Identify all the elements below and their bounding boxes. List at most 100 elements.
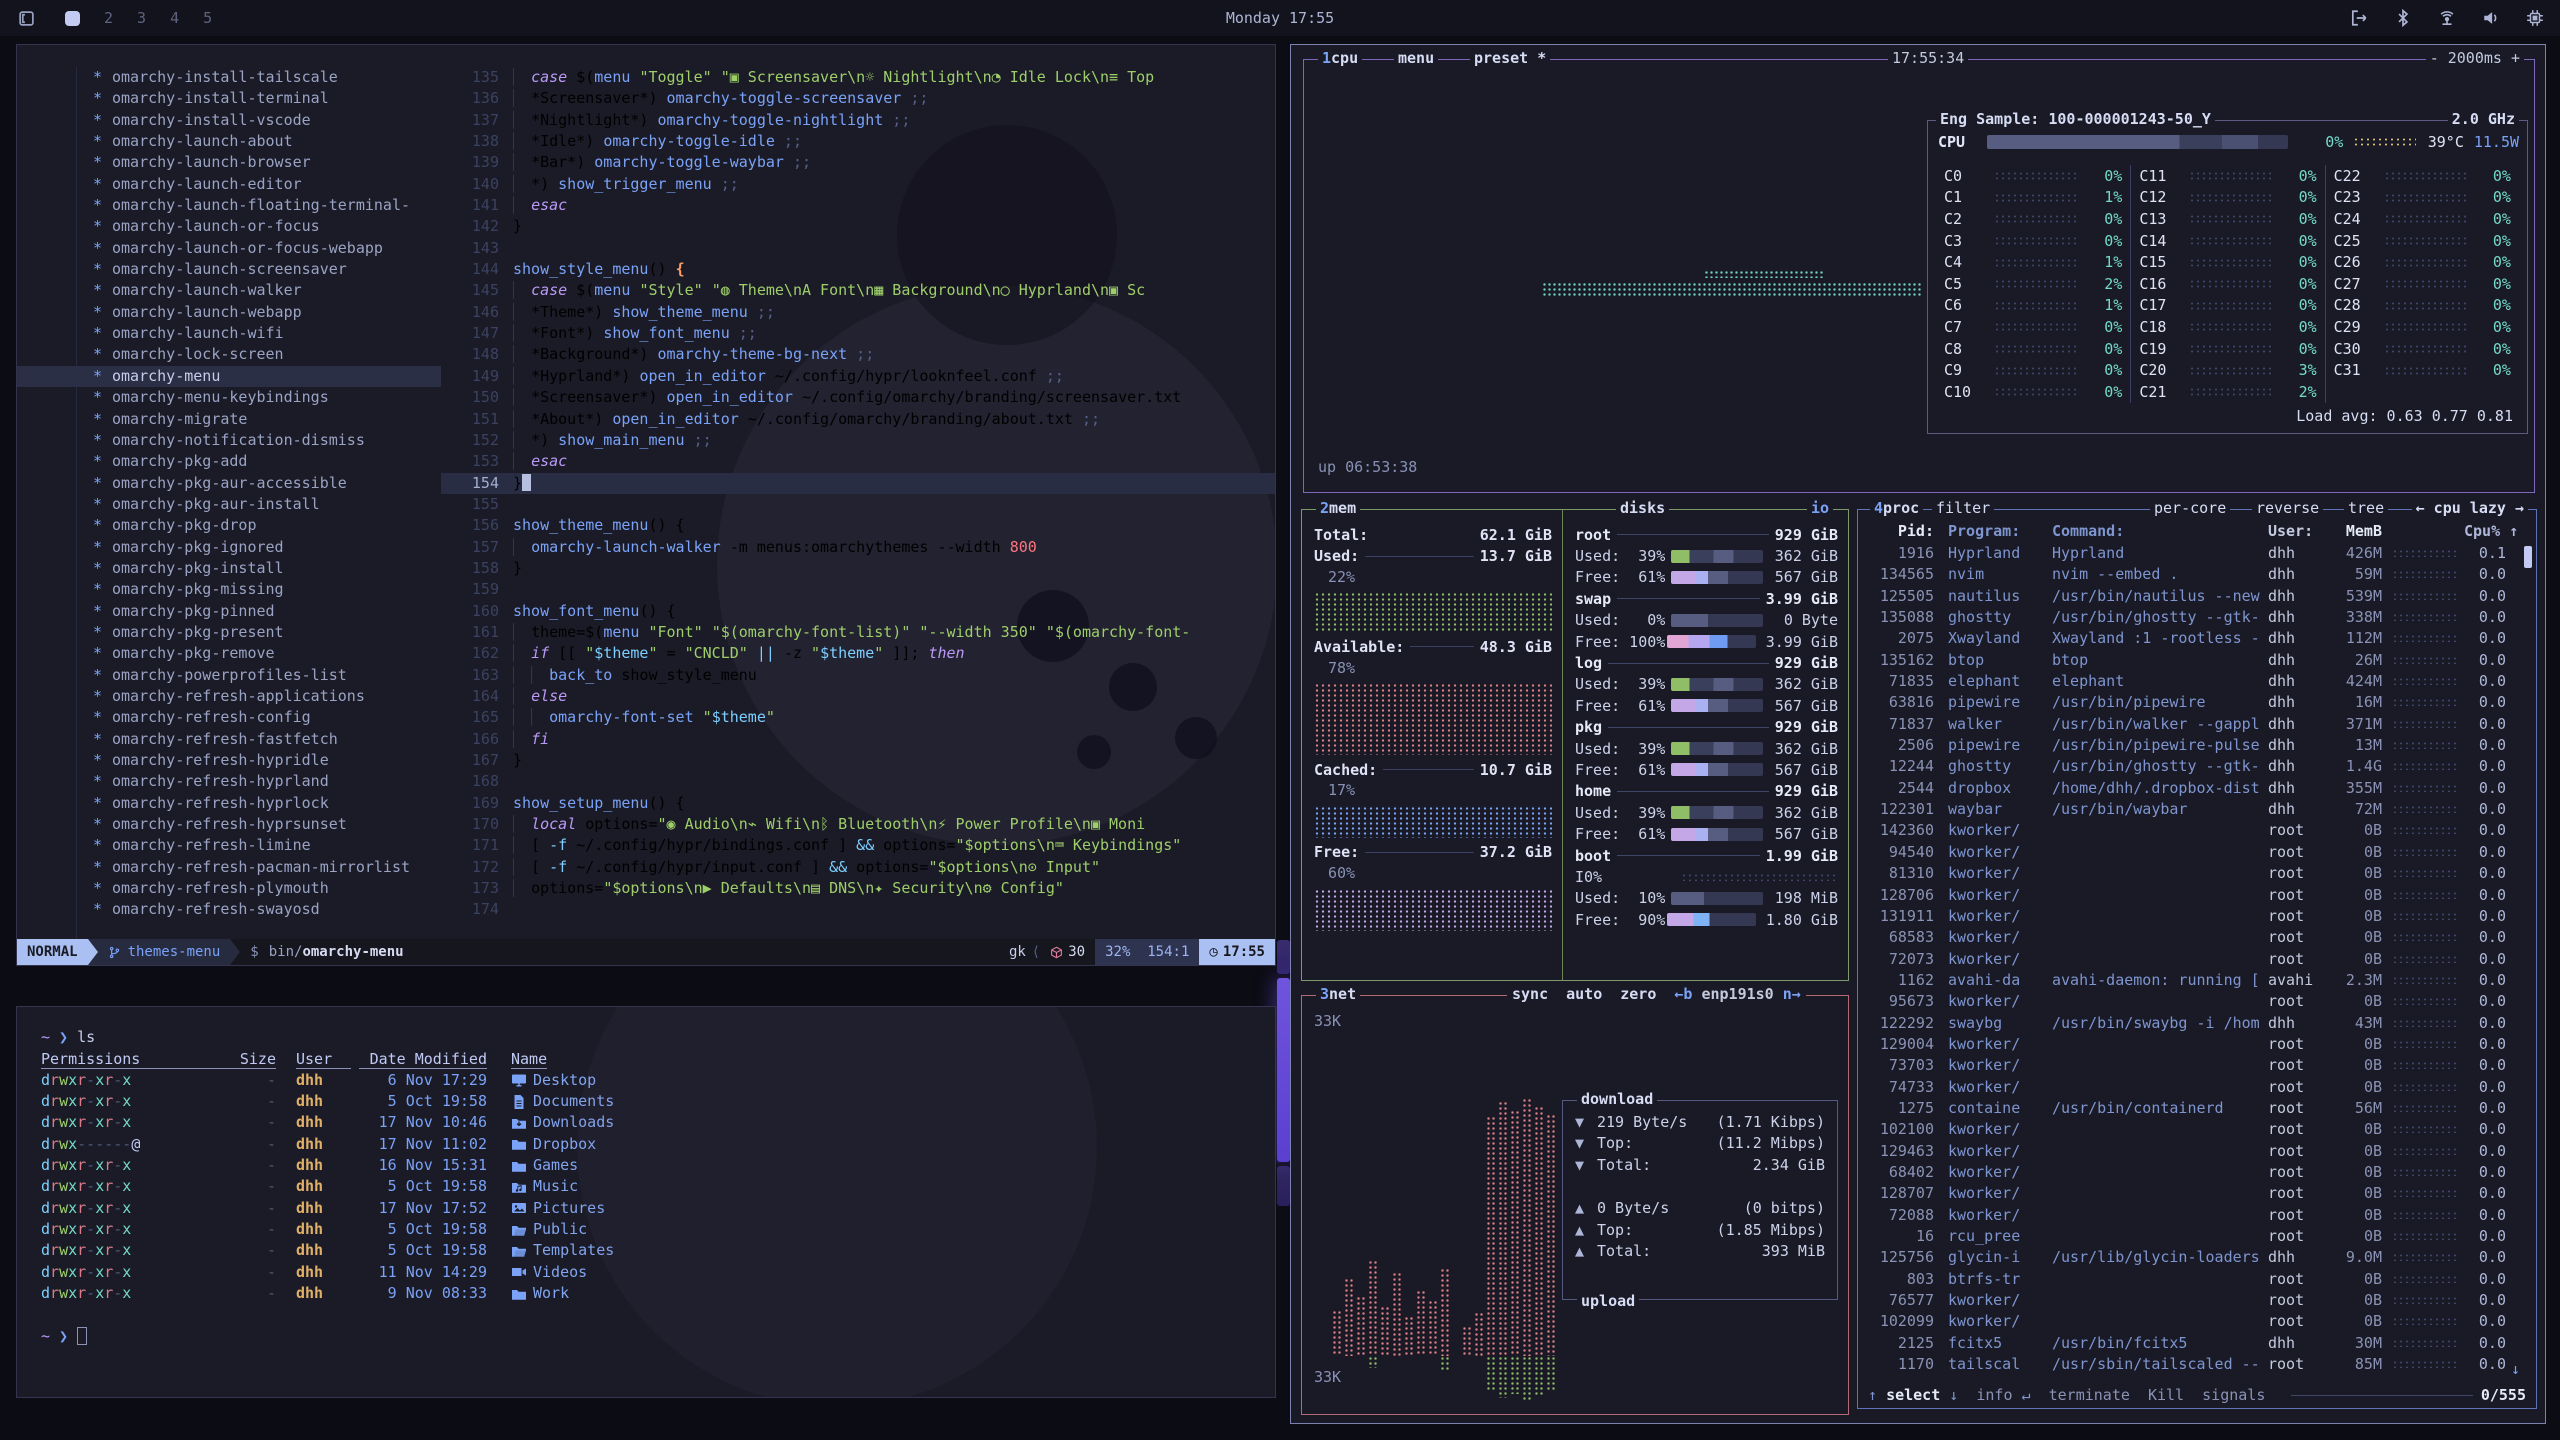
process-row[interactable]: 142360kworker/root0B0.0 [1858, 820, 2536, 841]
file-item[interactable]: *omarchy-launch-walker [17, 280, 441, 301]
file-item[interactable]: *omarchy-refresh-hyprlock [17, 793, 441, 814]
file-item[interactable]: *omarchy-lock-screen [17, 344, 441, 365]
file-item[interactable]: *omarchy-pkg-pinned [17, 601, 441, 622]
file-item[interactable]: *omarchy-notification-dismiss [17, 430, 441, 451]
file-item[interactable]: *omarchy-refresh-plymouth [17, 878, 441, 899]
proc-scrollbar[interactable] [2524, 546, 2532, 1368]
file-name[interactable]: Work [511, 1283, 569, 1304]
file-item[interactable]: *omarchy-pkg-remove [17, 643, 441, 664]
file-item[interactable]: *omarchy-refresh-limine [17, 835, 441, 856]
file-item[interactable]: *omarchy-refresh-fastfetch [17, 729, 441, 750]
file-item[interactable]: *omarchy-launch-or-focus [17, 216, 441, 237]
logout-icon[interactable] [2350, 9, 2368, 27]
file-name[interactable]: Music [511, 1176, 578, 1197]
file-item[interactable]: *omarchy-refresh-swayosd [17, 899, 441, 920]
file-explorer-pane[interactable]: *omarchy-install-tailscale*omarchy-insta… [17, 45, 441, 939]
process-row[interactable]: 134565nvimnvim --embed .dhh59M0.0 [1858, 564, 2536, 585]
file-item[interactable]: *omarchy-powerprofiles-list [17, 665, 441, 686]
reverse-tab[interactable]: reverse [2252, 499, 2323, 517]
tree-tab[interactable]: tree [2344, 499, 2388, 517]
file-item[interactable]: *omarchy-launch-wifi [17, 323, 441, 344]
process-row[interactable]: 128706kworker/root0B0.0 [1858, 885, 2536, 906]
process-row[interactable]: 73703kworker/root0B0.0 [1858, 1055, 2536, 1076]
process-row[interactable]: 81310kworker/root0B0.0 [1858, 863, 2536, 884]
code-editor-pane[interactable]: 135▏ case $(menu "Toggle" "▣ Screensaver… [441, 45, 1275, 939]
interface-selector[interactable]: ←b enp191s0 n→ [1674, 985, 1800, 1003]
file-item[interactable]: *omarchy-launch-or-focus-webapp [17, 238, 441, 259]
process-row[interactable]: 102099kworker/root0B0.0 [1858, 1311, 2536, 1332]
file-item[interactable]: *omarchy-refresh-applications [17, 686, 441, 707]
filter-tab[interactable]: filter [1932, 499, 1994, 517]
text-cursor[interactable] [522, 474, 531, 491]
process-row[interactable]: 76577kworker/root0B0.0 [1858, 1290, 2536, 1311]
file-item[interactable]: *omarchy-install-tailscale [17, 67, 441, 88]
file-item[interactable]: *omarchy-pkg-aur-accessible [17, 473, 441, 494]
network-broadcast-icon[interactable] [2438, 9, 2456, 27]
file-item[interactable]: *omarchy-migrate [17, 409, 441, 430]
process-row[interactable]: 95673kworker/root0B0.0 [1858, 991, 2536, 1012]
process-row[interactable]: 12244ghostty/usr/bin/ghostty --gtk-dhh1.… [1858, 756, 2536, 777]
file-name[interactable]: Desktop [511, 1070, 596, 1091]
process-row[interactable]: 131911kworker/root0B0.0 [1858, 906, 2536, 927]
file-item[interactable]: *omarchy-launch-webapp [17, 302, 441, 323]
menu-tab[interactable]: menu [1394, 49, 1438, 67]
process-row[interactable]: 68583kworker/root0B0.0 [1858, 927, 2536, 948]
process-row[interactable]: 2125fcitx5/usr/bin/fcitx5dhh30M0.0 [1858, 1333, 2536, 1354]
process-row[interactable]: 72088kworker/root0B0.0 [1858, 1205, 2536, 1226]
file-item[interactable]: *omarchy-refresh-hypridle [17, 750, 441, 771]
process-row[interactable]: 122301waybar/usr/bin/waybardhh72M0.0 [1858, 799, 2536, 820]
file-item[interactable]: *omarchy-pkg-drop [17, 515, 441, 536]
process-row[interactable]: 16rcu_preeroot0B0.0 [1858, 1226, 2536, 1247]
process-row[interactable]: 129463kworker/root0B0.0 [1858, 1141, 2536, 1162]
cpu-chip-icon[interactable] [2526, 9, 2544, 27]
file-item[interactable]: *omarchy-launch-screensaver [17, 259, 441, 280]
per-core-tab[interactable]: per-core [2150, 499, 2230, 517]
file-item[interactable]: *omarchy-launch-editor [17, 174, 441, 195]
file-item[interactable]: *omarchy-install-terminal [17, 88, 441, 109]
file-item[interactable]: *omarchy-refresh-hyprland [17, 771, 441, 792]
process-row[interactable]: 1275containe/usr/bin/containerdroot56M0.… [1858, 1098, 2536, 1119]
scrollbar-thumb[interactable] [2524, 546, 2532, 568]
file-item[interactable]: *omarchy-refresh-pacman-mirrorlist [17, 857, 441, 878]
process-row[interactable]: 122292swaybg/usr/bin/swaybg -i /homdhh43… [1858, 1013, 2536, 1034]
scroll-down-arrow[interactable]: ↓ [2511, 1360, 2520, 1378]
file-name[interactable]: Pictures [511, 1198, 605, 1219]
net-box-title[interactable]: 3net [1316, 985, 1360, 1003]
file-item[interactable]: *omarchy-install-vscode [17, 110, 441, 131]
file-name[interactable]: Public [511, 1219, 587, 1240]
refresh-interval[interactable]: - 2000ms + [2426, 49, 2524, 67]
auto-tab[interactable]: auto [1566, 985, 1602, 1003]
process-row[interactable]: 94540kworker/root0B0.0 [1858, 842, 2536, 863]
file-name[interactable]: Games [511, 1155, 578, 1176]
file-item[interactable]: *omarchy-pkg-install [17, 558, 441, 579]
file-name[interactable]: Dropbox [511, 1134, 596, 1155]
file-name[interactable]: Downloads [511, 1112, 614, 1133]
preset-tab[interactable]: preset * [1470, 49, 1550, 67]
file-item[interactable]: *omarchy-refresh-hyprsunset [17, 814, 441, 835]
file-item[interactable]: *omarchy-pkg-add [17, 451, 441, 472]
terminal-cursor[interactable] [77, 1327, 87, 1345]
file-item[interactable]: *omarchy-launch-floating-terminal- [17, 195, 441, 216]
process-row[interactable]: 68402kworker/root0B0.0 [1858, 1162, 2536, 1183]
cpu-box-title[interactable]: 1cpu [1318, 49, 1362, 67]
file-item[interactable]: *omarchy-menu-keybindings [17, 387, 441, 408]
sort-selector[interactable]: ← cpu lazy → [2412, 499, 2528, 517]
file-name[interactable]: Documents [511, 1091, 614, 1112]
file-item[interactable]: *omarchy-launch-browser [17, 152, 441, 173]
process-row[interactable]: 125505nautilus/usr/bin/nautilus --newdhh… [1858, 586, 2536, 607]
file-item[interactable]: *omarchy-pkg-missing [17, 579, 441, 600]
shell-prompt-line[interactable]: ~❯ [41, 1326, 1275, 1347]
file-item[interactable]: *omarchy-pkg-ignored [17, 537, 441, 558]
process-row[interactable]: 128707kworker/root0B0.0 [1858, 1183, 2536, 1204]
proc-box-title[interactable]: 4proc [1870, 499, 1923, 517]
file-item[interactable]: *omarchy-menu [17, 366, 441, 387]
process-row[interactable]: 2506pipewire/usr/bin/pipewire-pulsedhh13… [1858, 735, 2536, 756]
process-row[interactable]: 74733kworker/root0B0.0 [1858, 1077, 2536, 1098]
process-row[interactable]: 71835elephantelephantdhh424M0.0 [1858, 671, 2536, 692]
process-row[interactable]: 71837walker/usr/bin/walker --gappldhh371… [1858, 714, 2536, 735]
process-row[interactable]: 63816pipewire/usr/bin/pipewiredhh16M0.0 [1858, 692, 2536, 713]
zero-tab[interactable]: zero [1620, 985, 1656, 1003]
volume-icon[interactable] [2482, 9, 2500, 27]
file-name[interactable]: Videos [511, 1262, 587, 1283]
sync-tab[interactable]: sync [1512, 985, 1548, 1003]
